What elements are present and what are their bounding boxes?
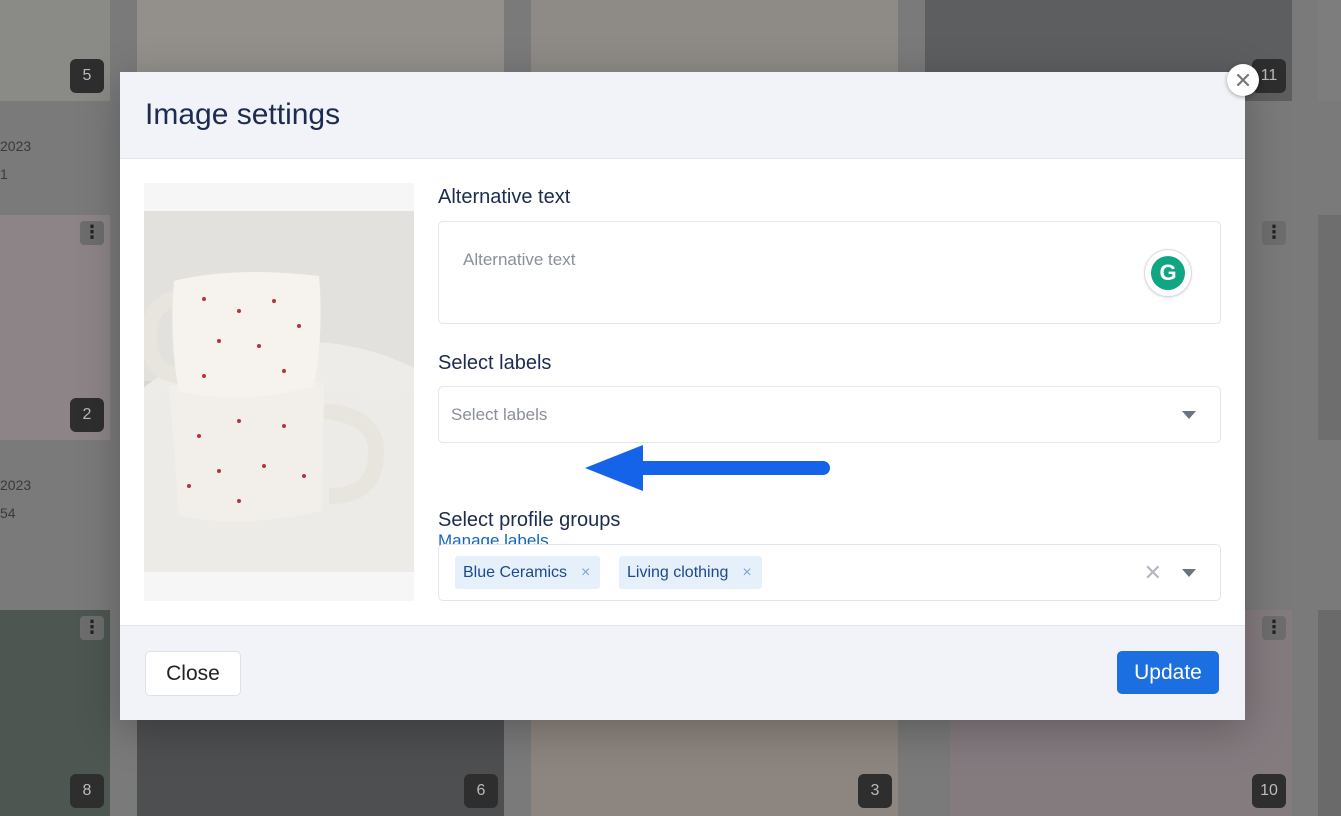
- select-labels-label: Select labels: [438, 352, 552, 374]
- select-labels-placeholder: Select labels: [451, 405, 548, 424]
- tile-number: 3: [858, 774, 892, 808]
- kebab-menu-icon[interactable]: ⋮: [80, 616, 104, 640]
- image-preview: [144, 183, 414, 601]
- profile-group-chip: Blue Ceramics ×: [455, 556, 601, 589]
- annotation-arrow-icon: [585, 445, 830, 491]
- media-tile[interactable]: [1318, 0, 1341, 101]
- select-labels-dropdown[interactable]: Select labels: [438, 386, 1221, 443]
- tile-meta: 2023 1: [0, 138, 32, 182]
- remove-chip-icon[interactable]: ×: [581, 564, 590, 582]
- modal-header: Image settings: [120, 72, 1245, 159]
- kebab-menu-icon[interactable]: ⋮: [1262, 221, 1286, 245]
- update-button[interactable]: Update: [1117, 651, 1219, 694]
- media-tile[interactable]: ⋮ 2: [0, 215, 110, 440]
- modal-body: Alternative text Alternative text G Sele…: [120, 159, 1245, 625]
- chevron-down-icon[interactable]: [1182, 569, 1196, 577]
- profile-group-chip: Living clothing ×: [619, 556, 762, 589]
- media-tile[interactable]: 3: [531, 720, 898, 816]
- media-tile[interactable]: ⋮: [1245, 215, 1292, 440]
- tile-number: 6: [464, 774, 498, 808]
- mug-photo: [144, 211, 414, 572]
- tile-number: 2: [70, 398, 104, 432]
- alt-text-placeholder: Alternative text: [463, 250, 576, 269]
- grammarly-icon[interactable]: G: [1145, 250, 1191, 296]
- alt-text-label: Alternative text: [438, 186, 571, 208]
- modal-title: Image settings: [145, 98, 341, 131]
- image-settings-modal: Image settings Alternative text Alternat…: [120, 64, 1259, 720]
- media-tile[interactable]: ⋮ 8: [0, 610, 110, 816]
- media-tile[interactable]: [1318, 610, 1341, 816]
- kebab-menu-icon[interactable]: ⋮: [80, 221, 104, 245]
- close-icon: [1236, 73, 1250, 87]
- select-profile-groups-label: Select profile groups: [438, 509, 621, 531]
- tile-number: 5: [70, 59, 104, 93]
- modal-close-button[interactable]: [1227, 64, 1259, 96]
- kebab-menu-icon[interactable]: ⋮: [1262, 616, 1286, 640]
- media-tile[interactable]: 5: [0, 0, 110, 101]
- tile-number: 8: [70, 774, 104, 808]
- media-tile[interactable]: 6: [137, 720, 504, 816]
- alt-text-input[interactable]: Alternative text G: [438, 221, 1221, 324]
- close-button[interactable]: Close: [145, 651, 241, 696]
- clear-all-icon[interactable]: ✕: [1144, 562, 1162, 584]
- chevron-down-icon[interactable]: [1182, 411, 1196, 419]
- tile-meta: 2023 54: [0, 477, 32, 521]
- media-tile[interactable]: [137, 0, 504, 72]
- modal-footer: Close Update: [120, 625, 1245, 720]
- media-tile[interactable]: [531, 0, 898, 72]
- media-tile[interactable]: [1318, 215, 1341, 440]
- profile-groups-multiselect[interactable]: Blue Ceramics × Living clothing × ✕: [438, 544, 1221, 601]
- tile-number: 10: [1252, 774, 1286, 808]
- remove-chip-icon[interactable]: ×: [742, 564, 751, 582]
